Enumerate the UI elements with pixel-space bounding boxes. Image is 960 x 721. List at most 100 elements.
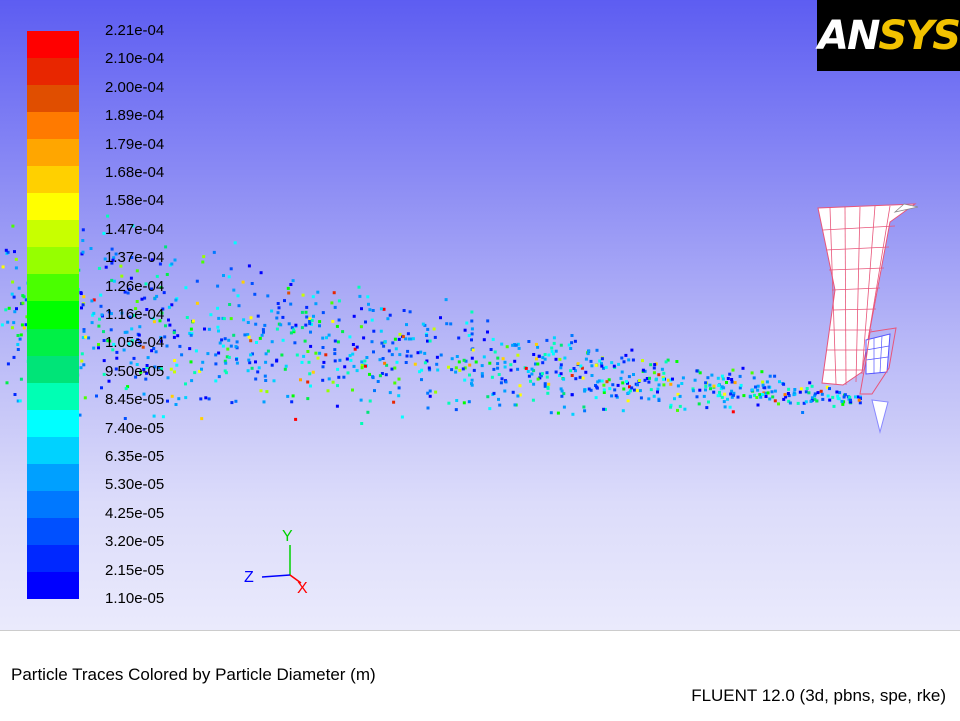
particle [511, 390, 515, 394]
legend-swatch [27, 571, 79, 600]
particle [792, 391, 796, 395]
particle [380, 341, 384, 345]
particle [305, 305, 309, 309]
particle [427, 366, 431, 370]
particle [170, 262, 174, 266]
particle [552, 341, 556, 345]
particle [405, 354, 409, 358]
particle [397, 394, 401, 398]
particle [14, 266, 18, 270]
particle [390, 353, 394, 357]
particle [364, 320, 367, 324]
particle [527, 340, 531, 343]
particle [242, 318, 246, 322]
particle [235, 357, 238, 361]
particle [246, 369, 250, 373]
particle [395, 360, 399, 364]
particle [702, 394, 706, 398]
particle [787, 387, 791, 391]
particle [462, 401, 466, 405]
particle [405, 323, 408, 327]
particle [124, 387, 128, 391]
particle [500, 377, 504, 381]
particle [626, 399, 630, 403]
particle [249, 339, 253, 343]
particle [115, 356, 119, 360]
particle [262, 400, 266, 404]
graphics-viewport[interactable]: 2.21e-04 2.10e-04 2.00e-04 1.89e-04 1.79e-04… [0, 0, 960, 630]
particle [524, 366, 528, 370]
particle [345, 357, 349, 361]
particle [394, 347, 398, 351]
particle [168, 323, 172, 327]
particle [857, 398, 861, 402]
particle [570, 341, 574, 345]
particle [458, 368, 462, 372]
particle [777, 402, 780, 406]
legend-swatch [27, 220, 79, 248]
particle [683, 407, 687, 411]
particle [470, 310, 474, 314]
particle [582, 405, 586, 409]
particle [204, 396, 208, 400]
particle [756, 403, 760, 407]
particle [492, 391, 496, 395]
particle [311, 295, 315, 299]
particle [705, 406, 709, 410]
particle [820, 392, 824, 396]
particle [742, 394, 746, 398]
particle [543, 357, 547, 361]
particle [807, 391, 811, 395]
particle [248, 361, 252, 365]
particle [138, 325, 142, 329]
particle [310, 318, 314, 322]
particle [309, 384, 312, 388]
particle [217, 375, 221, 379]
particle [82, 295, 86, 299]
particle [598, 359, 602, 363]
particle [627, 375, 631, 379]
particle [325, 336, 328, 340]
particle [290, 400, 294, 404]
particle [275, 316, 279, 320]
particle [370, 318, 374, 322]
particle [175, 363, 179, 367]
particle [99, 304, 103, 308]
particle [718, 390, 721, 394]
particle [352, 364, 356, 368]
particle [365, 356, 369, 359]
particle [773, 389, 777, 393]
particle [633, 388, 636, 392]
particle [316, 290, 320, 294]
particle [584, 357, 588, 361]
particle [657, 383, 661, 387]
particle [332, 291, 336, 295]
particle [232, 288, 236, 292]
particle [766, 391, 770, 395]
particle [604, 365, 608, 369]
particle [200, 417, 204, 421]
particle [270, 340, 274, 344]
particle [250, 366, 254, 370]
particle [164, 324, 167, 328]
particle [799, 387, 803, 391]
particle [562, 405, 566, 409]
particle [530, 367, 534, 371]
legend-swatch [27, 247, 79, 275]
particle [254, 360, 257, 364]
particle [391, 341, 395, 345]
particle [370, 340, 374, 344]
particle [351, 388, 354, 392]
particle [366, 295, 370, 299]
particle [471, 348, 475, 352]
particle [669, 405, 673, 409]
particle [275, 327, 279, 331]
particle [761, 383, 765, 387]
particle [220, 338, 224, 342]
particle [398, 332, 402, 336]
particle [624, 353, 628, 357]
particle [470, 356, 474, 360]
particle [704, 384, 708, 388]
particle [837, 397, 841, 401]
particle [463, 378, 467, 382]
